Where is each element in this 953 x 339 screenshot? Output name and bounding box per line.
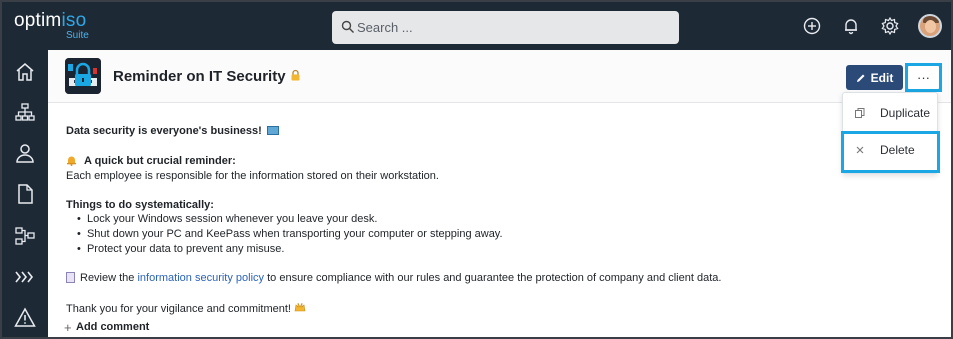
policy-link[interactable]: information security policy	[137, 272, 264, 284]
page-header: Reminder on IT Security Edit ···	[48, 50, 951, 103]
bell-emoji-icon	[67, 156, 76, 166]
reminder-text: Each employee is responsible for the inf…	[66, 170, 439, 182]
page-thumbnail	[65, 58, 101, 94]
more-options-label: ···	[917, 70, 930, 85]
lock-icon	[290, 69, 301, 84]
todo-title: Things to do systematically:	[66, 199, 214, 211]
search-box[interactable]	[332, 11, 679, 44]
add-comment-button[interactable]: + Add comment	[64, 320, 150, 335]
plus-icon: +	[64, 320, 72, 335]
page-title-text: Reminder on IT Security	[113, 68, 286, 85]
more-options-button[interactable]: ···	[907, 65, 940, 90]
gear-icon[interactable]	[880, 16, 900, 36]
thanks-line: Thank you for your vigilance and commitm…	[66, 301, 306, 317]
page-title: Reminder on IT Security	[113, 68, 301, 85]
document-icon[interactable]	[14, 183, 36, 205]
heading-text: Data security is everyone's business!	[66, 125, 262, 137]
search-icon	[341, 20, 354, 33]
list-item: • Lock your Windows session whenever you…	[77, 213, 378, 225]
menu-item-delete[interactable]: Delete	[843, 133, 939, 167]
pencil-icon	[856, 74, 865, 82]
menu-item-label: Duplicate	[880, 106, 931, 120]
logo-subtitle: Suite	[66, 30, 89, 41]
home-icon[interactable]	[14, 61, 36, 83]
article-heading: Data security is everyone's business!	[66, 124, 279, 139]
process-map-icon[interactable]	[14, 225, 36, 247]
bullet-text: Shut down your PC and KeePass when trans…	[86, 228, 503, 240]
avatar-face	[925, 20, 936, 33]
menu-item-duplicate[interactable]: Duplicate	[843, 96, 939, 130]
close-icon	[856, 146, 864, 154]
edit-button[interactable]: Edit	[846, 65, 903, 90]
review-post-text: to ensure compliance with our rules and …	[264, 272, 722, 284]
review-line: Review the information security policy t…	[66, 271, 721, 286]
app-logo[interactable]: optimiso	[14, 10, 86, 32]
chevrons-icon[interactable]	[14, 266, 36, 288]
reminder-title: A quick but crucial reminder:	[66, 154, 236, 169]
app-window: optimiso Suite Search ... Reminder on IT…	[0, 0, 953, 339]
more-options-menu: Duplicate Delete	[842, 92, 938, 174]
menu-item-label: Delete	[880, 143, 915, 157]
list-item: • Protect your data to prevent any misus…	[77, 243, 285, 255]
monitor-icon	[266, 126, 279, 135]
sidebar	[2, 50, 48, 337]
edit-button-label: Edit	[870, 70, 894, 85]
top-bar: optimiso Suite	[2, 2, 951, 50]
org-chart-icon[interactable]	[14, 101, 36, 123]
duplicate-icon	[855, 108, 865, 118]
document-emoji-icon	[66, 272, 75, 283]
avatar[interactable]	[918, 14, 942, 38]
bullet-text: Lock your Windows session whenever you l…	[86, 213, 378, 225]
reminder-title-text: A quick but crucial reminder:	[84, 155, 236, 167]
thanks-text: Thank you for your vigilance and commitm…	[66, 303, 291, 315]
search-input[interactable]	[357, 11, 667, 44]
review-pre-text: Review the	[80, 272, 138, 284]
user-icon[interactable]	[14, 142, 36, 164]
content-card: Reminder on IT Security Edit ··· Data se…	[48, 50, 951, 337]
list-item: • Shut down your PC and KeePass when tra…	[77, 228, 503, 240]
logo-text: optim	[14, 10, 62, 31]
add-icon[interactable]	[802, 16, 822, 36]
raised-hands-icon	[294, 301, 306, 317]
warning-icon[interactable]	[14, 307, 36, 329]
logo-text-accent: iso	[61, 10, 87, 31]
bullet-text: Protect your data to prevent any misuse.	[86, 243, 285, 255]
bell-icon[interactable]	[841, 16, 861, 36]
security-lock-image	[65, 58, 101, 94]
add-comment-label: Add comment	[76, 321, 150, 333]
